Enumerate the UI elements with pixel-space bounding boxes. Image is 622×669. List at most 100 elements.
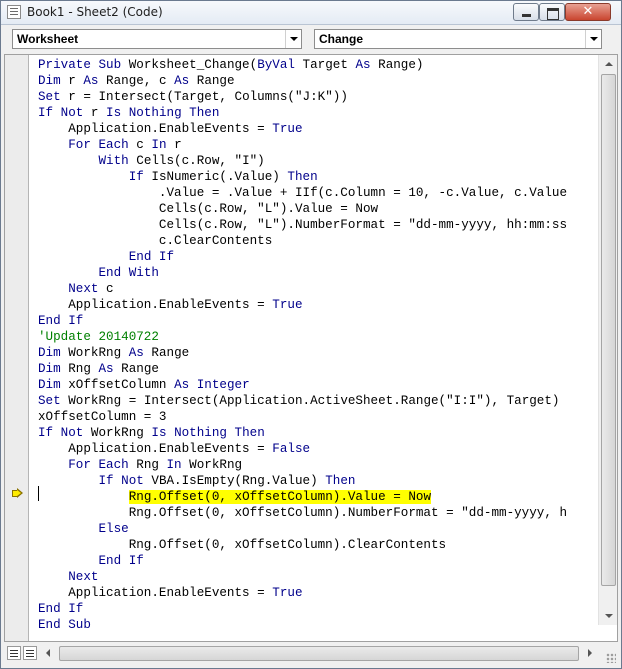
code-keyword: As [128,346,144,360]
code-token: Cells(c.Row, "L").Value = Now [38,202,379,216]
maximize-button[interactable] [539,3,565,21]
code-line[interactable]: xOffsetColumn = 3 [38,409,598,425]
code-line[interactable]: Else [38,521,598,537]
chevron-down-icon[interactable] [285,30,301,48]
code-token: Worksheet_Change( [121,58,258,72]
code-token: WorkRng = Intersect(Application.ActiveSh… [60,394,560,408]
close-icon: ✕ [582,4,594,19]
code-text[interactable]: Private Sub Worksheet_Change(ByVal Targe… [38,57,598,637]
code-line[interactable]: If Not VBA.IsEmpty(Rng.Value) Then [38,473,598,489]
code-token: Rng.Offset(0, xOffsetColumn).ClearConten… [38,538,447,552]
code-line[interactable]: End If [38,553,598,569]
code-line[interactable]: Dim r As Range, c As Range [38,73,598,89]
code-keyword: In [166,458,182,472]
code-editor[interactable]: Private Sub Worksheet_Change(ByVal Targe… [4,54,618,642]
code-token: xOffsetColumn = 3 [38,410,167,424]
code-line[interactable]: For Each c In r [38,137,598,153]
code-keyword: True [272,122,303,136]
full-module-view-button[interactable] [23,646,37,660]
code-line[interactable]: Set WorkRng = Intersect(Application.Acti… [38,393,598,409]
code-line[interactable]: Next [38,569,598,585]
code-token: Range [113,362,159,376]
code-line[interactable]: End Sub [38,617,598,633]
code-line[interactable]: Rng.Offset(0, xOffsetColumn).Value = Now [38,489,598,505]
code-line[interactable]: Next c [38,281,598,297]
code-keyword: Private Sub [38,58,122,72]
code-keyword: For Each [68,458,129,472]
text-caret [38,486,39,501]
code-keyword: As [174,74,190,88]
code-keyword: Is Nothing Then [106,106,220,120]
code-line[interactable]: Application.EnableEvents = True [38,297,598,313]
horizontal-scrollbar[interactable] [40,645,598,662]
code-line[interactable]: c.ClearContents [38,233,598,249]
scroll-down-arrow-icon[interactable] [600,607,617,624]
code-line[interactable]: If Not WorkRng Is Nothing Then [38,425,598,441]
code-keyword: True [272,298,303,312]
code-line[interactable]: With Cells(c.Row, "I") [38,153,598,169]
code-token: Rng [60,362,99,376]
chevron-down-icon[interactable] [585,30,601,48]
code-token: c [98,282,114,296]
resize-grip-icon[interactable] [604,651,616,663]
vertical-scroll-thumb[interactable] [601,74,616,586]
code-line[interactable]: Application.EnableEvents = False [38,441,598,457]
code-line[interactable]: Set r = Intersect(Target, Columns("J:K")… [38,89,598,105]
code-line[interactable]: Rng.Offset(0, xOffsetColumn).ClearConten… [38,537,598,553]
vertical-scrollbar[interactable] [598,55,617,625]
code-line[interactable]: Dim Rng As Range [38,361,598,377]
code-line[interactable]: Application.EnableEvents = True [38,585,598,601]
horizontal-scroll-thumb[interactable] [59,646,579,661]
code-line[interactable]: End If [38,249,598,265]
code-line[interactable]: Dim WorkRng As Range [38,345,598,361]
highlighted-statement: Rng.Offset(0, xOffsetColumn).Value = Now [128,490,432,504]
scroll-left-arrow-icon[interactable] [40,645,57,662]
code-line[interactable]: 'Update 20140722 [38,329,598,345]
code-keyword: As Integer [174,378,250,392]
code-keyword: In [151,138,167,152]
code-keyword: True [272,586,303,600]
code-keyword: Else [98,522,129,536]
procedure-dropdown-value: Change [319,32,364,46]
code-token: Range [189,74,235,88]
code-keyword: Then [287,170,318,184]
code-keyword: End If [38,602,84,616]
code-token: Range, c [98,74,175,88]
object-dropdown-value: Worksheet [17,32,79,46]
code-line[interactable]: .Value = .Value + IIf(c.Column = 10, -c.… [38,185,598,201]
code-line[interactable]: Cells(c.Row, "L").NumberFormat = "dd-mm-… [38,217,598,233]
code-line[interactable]: Rng.Offset(0, xOffsetColumn).NumberForma… [38,505,598,521]
code-line[interactable]: If IsNumeric(.Value) Then [38,169,598,185]
code-line[interactable]: Cells(c.Row, "L").Value = Now [38,201,598,217]
code-keyword: End If [98,554,144,568]
code-token: r [60,74,84,88]
close-button[interactable]: ✕ [565,3,611,21]
scroll-up-arrow-icon[interactable] [600,56,617,73]
code-line[interactable]: For Each Rng In WorkRng [38,457,598,473]
code-line[interactable]: Dim xOffsetColumn As Integer [38,377,598,393]
code-line[interactable]: End If [38,313,598,329]
code-line[interactable]: Private Sub Worksheet_Change(ByVal Targe… [38,57,598,73]
procedure-dropdown[interactable]: Change [314,29,602,49]
code-token: Target [294,58,356,72]
code-line[interactable]: If Not r Is Nothing Then [38,105,598,121]
code-token: Range) [370,58,424,72]
scroll-right-arrow-icon[interactable] [581,645,598,662]
procedure-view-button[interactable] [7,646,21,660]
minimize-button[interactable] [513,3,539,21]
code-keyword: Set [38,394,61,408]
title-bar[interactable]: Book1 - Sheet2 (Code) ✕ [1,1,621,25]
code-line[interactable]: Application.EnableEvents = True [38,121,598,137]
code-line[interactable]: End With [38,265,598,281]
code-line[interactable]: End If [38,601,598,617]
code-keyword: Dim [38,346,61,360]
code-token: xOffsetColumn [60,378,175,392]
code-keyword: Is Nothing Then [151,426,265,440]
margin-indicator-bar[interactable] [5,55,29,641]
object-dropdown[interactable]: Worksheet [12,29,302,49]
code-keyword: Next [68,570,99,584]
